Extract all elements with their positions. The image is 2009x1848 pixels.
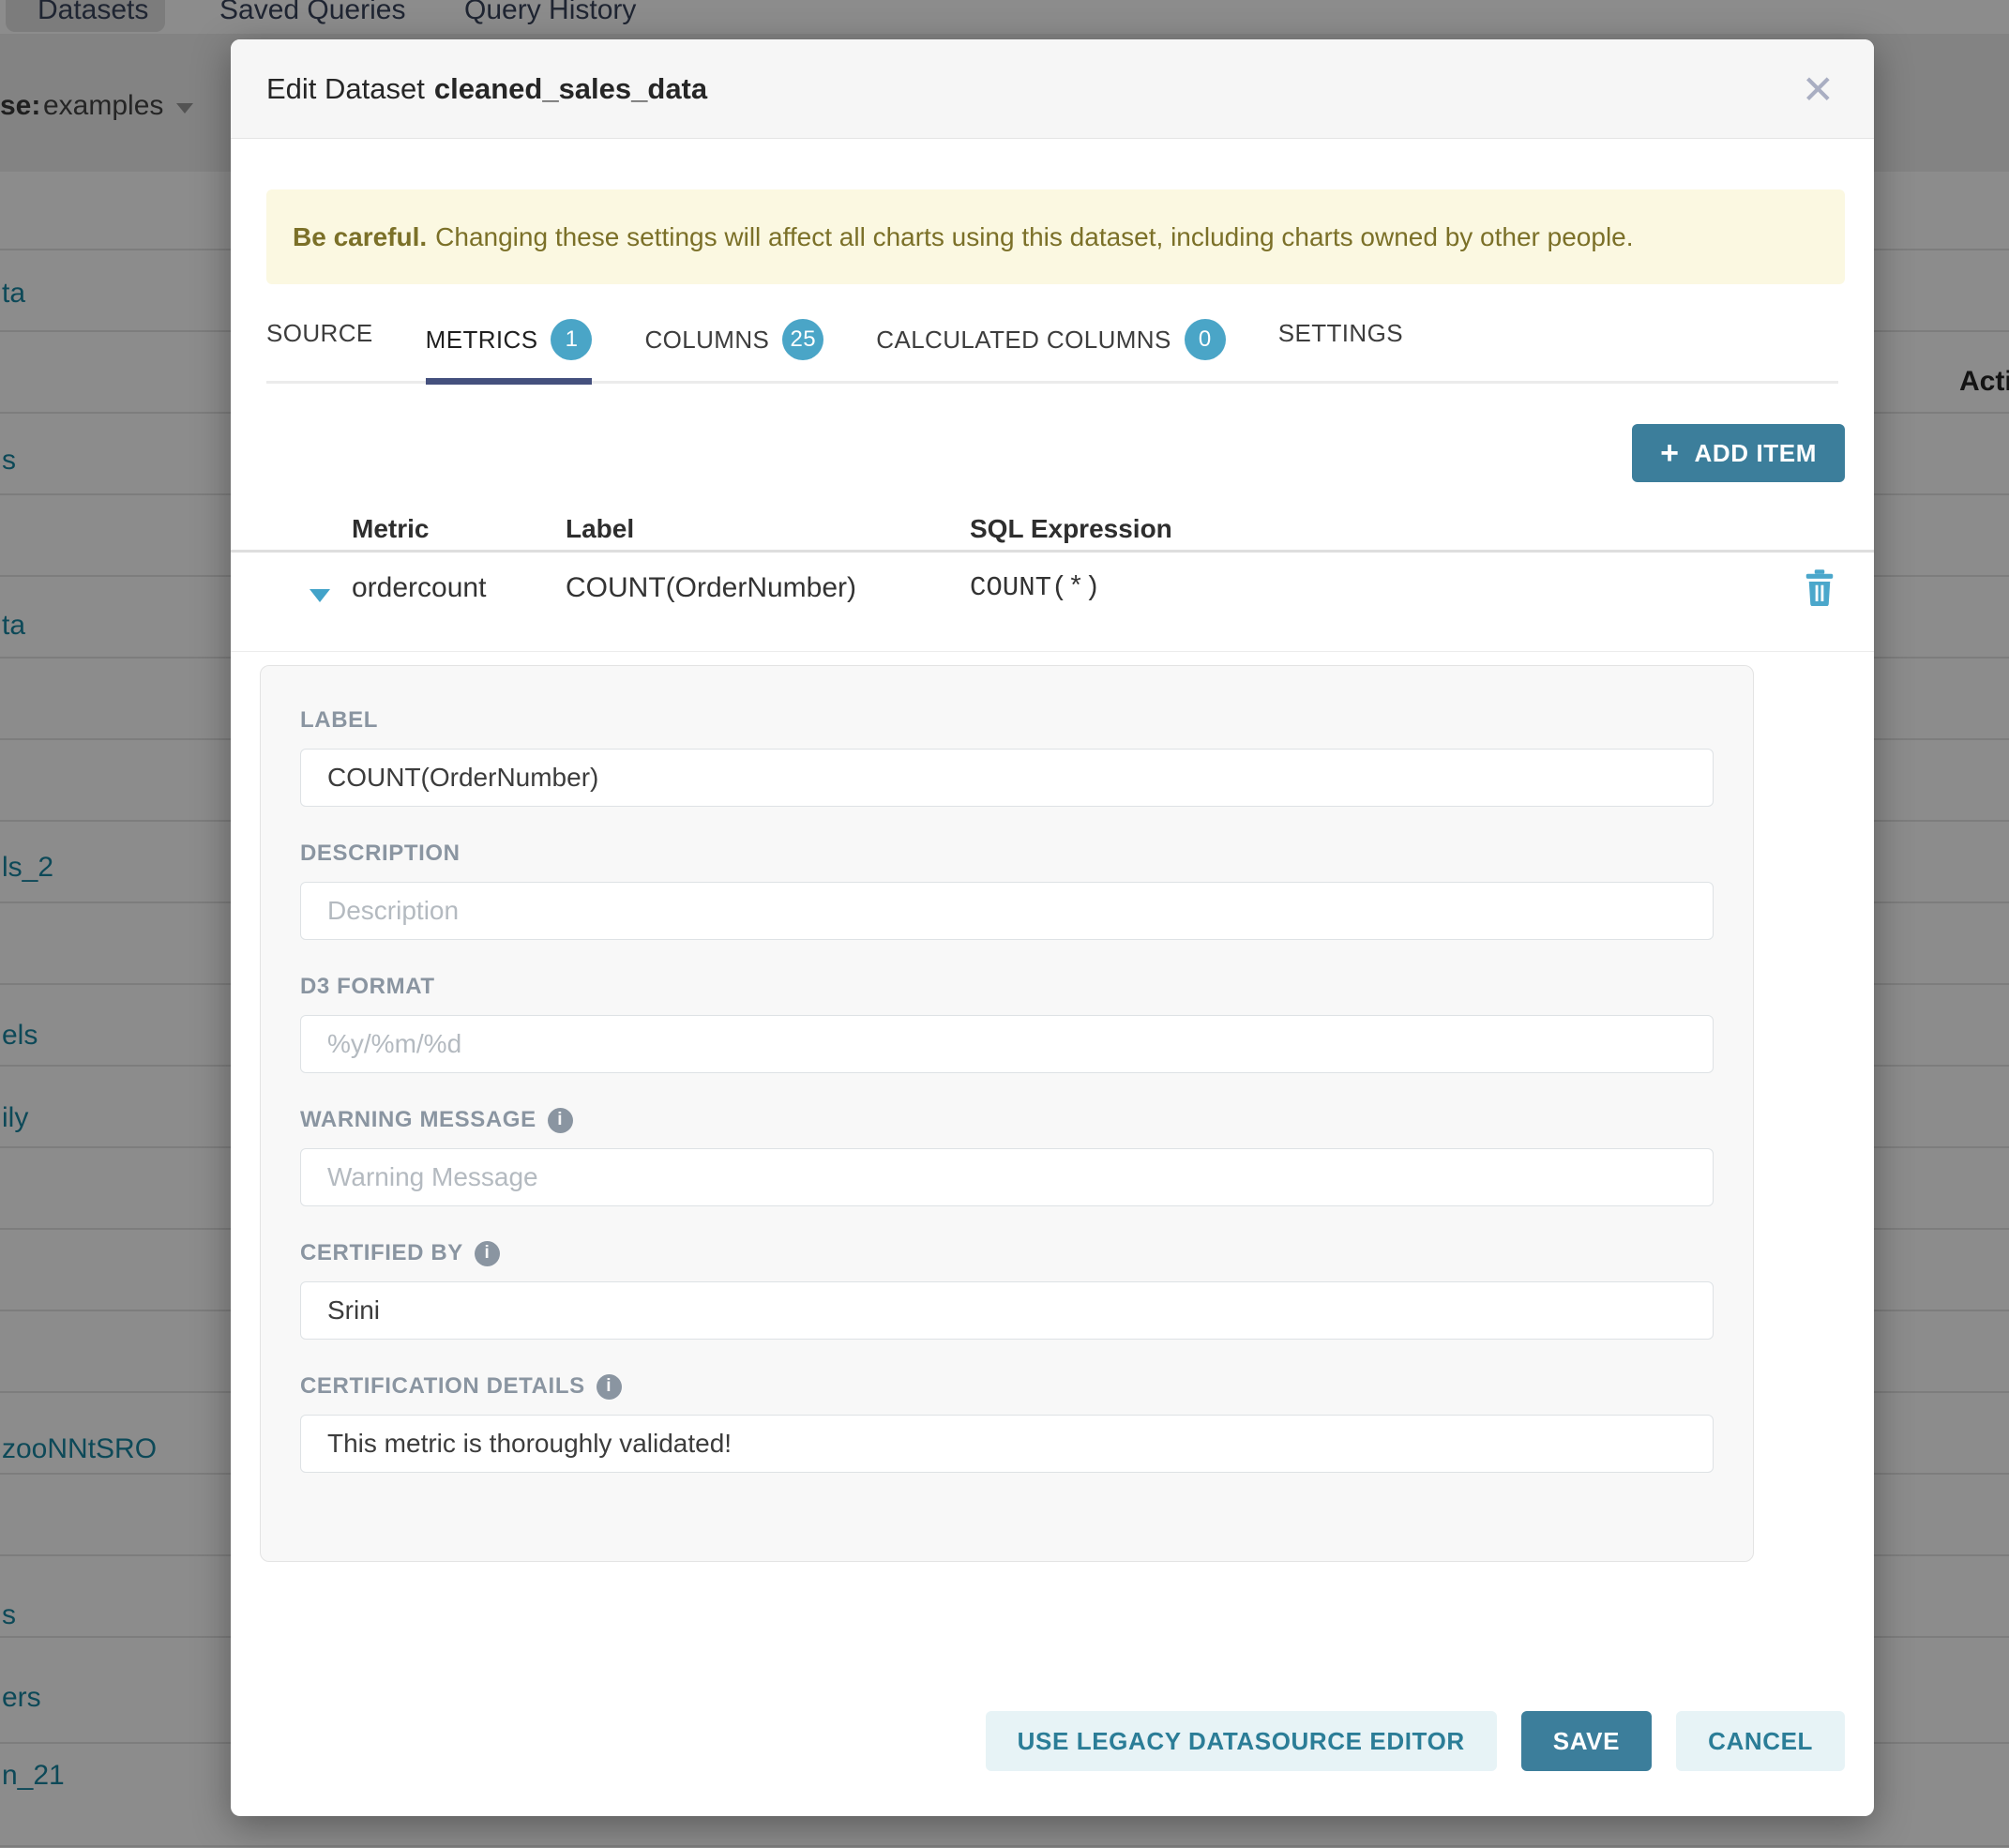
table-row: ordercount COUNT(OrderNumber) COUNT(*) <box>231 565 1874 647</box>
plus-icon: + <box>1660 437 1679 469</box>
field-description: DESCRIPTION <box>300 841 1714 940</box>
metric-edit-panel: LABEL DESCRIPTION D3 FORMAT WARNING MESS… <box>260 665 1754 1562</box>
warning-message-field-label: WARNING MESSAGE i <box>300 1107 1714 1133</box>
field-label: LABEL <box>300 707 1714 807</box>
caret-down-icon[interactable] <box>310 589 330 602</box>
close-icon[interactable]: ✕ <box>1794 39 1842 139</box>
add-item-label: ADD ITEM <box>1695 439 1817 468</box>
tab-columns[interactable]: COLUMNS 25 <box>644 319 823 381</box>
save-button[interactable]: SAVE <box>1521 1711 1652 1771</box>
d3-format-input[interactable] <box>300 1015 1714 1073</box>
tab-calculated-columns[interactable]: CALCULATED COLUMNS 0 <box>876 319 1225 381</box>
warning-banner: Be careful. Changing these settings will… <box>266 189 1845 284</box>
cancel-button[interactable]: CANCEL <box>1676 1711 1845 1771</box>
modal-title: Edit Dataset cleaned_sales_data <box>266 72 707 106</box>
certified-by-field-label: CERTIFIED BY i <box>300 1240 1714 1266</box>
table-row-divider <box>231 651 1874 652</box>
add-item-button[interactable]: + ADD ITEM <box>1632 424 1845 482</box>
column-header-label: Label <box>566 514 634 544</box>
modal-footer: USE LEGACY DATASOURCE EDITOR SAVE CANCEL <box>986 1711 1845 1771</box>
certification-details-field-label: CERTIFICATION DETAILS i <box>300 1373 1714 1400</box>
modal-title-prefix: Edit Dataset <box>266 72 425 105</box>
warning-banner-bold: Be careful. <box>293 222 427 252</box>
metric-label: COUNT(OrderNumber) <box>566 572 856 604</box>
trash-icon[interactable] <box>1803 568 1836 611</box>
metrics-count-badge: 1 <box>551 319 592 360</box>
modal-tabs: SOURCE METRICS 1 COLUMNS 25 CALCULATED C… <box>266 319 1838 384</box>
tab-metrics[interactable]: METRICS 1 <box>426 319 593 381</box>
description-input[interactable] <box>300 882 1714 940</box>
field-certified-by: CERTIFIED BY i <box>300 1240 1714 1340</box>
tab-metrics-label: METRICS <box>426 326 538 355</box>
column-header-metric: Metric <box>352 514 429 544</box>
edit-dataset-modal: Edit Dataset cleaned_sales_data ✕ Be care… <box>231 39 1874 1816</box>
tab-calculated-columns-label: CALCULATED COLUMNS <box>876 326 1171 355</box>
columns-count-badge: 25 <box>782 319 823 360</box>
certification-details-input[interactable] <box>300 1415 1714 1473</box>
label-input[interactable] <box>300 749 1714 807</box>
tab-settings-label: SETTINGS <box>1278 319 1403 348</box>
field-certification-details: CERTIFICATION DETAILS i <box>300 1373 1714 1473</box>
tab-columns-label: COLUMNS <box>644 326 769 355</box>
info-icon: i <box>475 1241 500 1266</box>
info-icon: i <box>597 1374 622 1400</box>
label-field-label: LABEL <box>300 707 1714 734</box>
use-legacy-datasource-editor-button[interactable]: USE LEGACY DATASOURCE EDITOR <box>986 1711 1497 1771</box>
warning-message-input[interactable] <box>300 1148 1714 1206</box>
d3-format-field-label: D3 FORMAT <box>300 974 1714 1000</box>
table-header-divider <box>231 550 1874 553</box>
field-warning-message: WARNING MESSAGE i <box>300 1107 1714 1206</box>
description-field-label: DESCRIPTION <box>300 841 1714 867</box>
metric-name: ordercount <box>352 572 486 604</box>
dataset-name: cleaned_sales_data <box>434 72 707 105</box>
screen: Datasets Saved Queries Query History se:… <box>0 0 2009 1848</box>
field-d3-format: D3 FORMAT <box>300 974 1714 1073</box>
calculated-columns-count-badge: 0 <box>1185 319 1226 360</box>
metric-sql-expression: COUNT(*) <box>970 572 1100 603</box>
modal-header: Edit Dataset cleaned_sales_data ✕ <box>231 39 1874 139</box>
column-header-sql-expression: SQL Expression <box>970 514 1172 544</box>
tab-source[interactable]: SOURCE <box>266 319 373 369</box>
certified-by-input[interactable] <box>300 1281 1714 1340</box>
tab-settings[interactable]: SETTINGS <box>1278 319 1403 369</box>
warning-banner-text: Changing these settings will affect all … <box>435 222 1633 252</box>
info-icon: i <box>548 1108 573 1133</box>
tab-source-label: SOURCE <box>266 319 373 348</box>
